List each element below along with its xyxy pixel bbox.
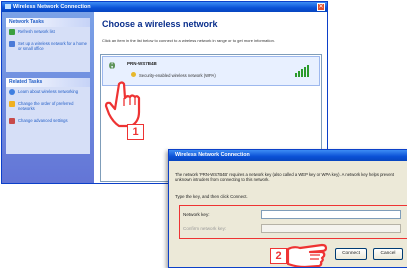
network-tasks-heading: Network Tasks [6,18,90,27]
task-label: Learn about wireless networking [18,89,79,94]
confirm-key-field[interactable] [261,224,401,233]
task-refresh-network-list[interactable]: Refresh network list [6,27,90,36]
network-security: Security-enabled wireless network (WPA) [139,73,216,78]
page-title: Choose a wireless network [102,19,218,29]
task-change-advanced-settings[interactable]: Change advanced settings [6,116,90,125]
window-titlebar: Wireless Network Connection [2,2,327,12]
settings-icon [9,118,15,124]
confirm-key-label: Confirm network key: [183,226,227,231]
task-learn-wireless[interactable]: Learn about wireless networking [6,87,90,96]
signal-strength-icon [295,65,309,77]
dialog-message: The network 'PRN-WS7B4B' requires a netw… [175,172,395,183]
window-title: Wireless Network Connection [13,4,91,10]
star-icon [9,101,15,107]
wireless-network-icon: ((•)) [109,63,115,69]
task-setup-wireless-network[interactable]: Set up a wireless network for a home or … [6,39,90,53]
cancel-button[interactable]: Cancel [373,248,403,260]
pointer-hand-icon [104,81,141,128]
network-key-field[interactable] [261,210,401,219]
wireless-app-icon [5,4,11,9]
task-label: Refresh network list [18,29,55,34]
close-button[interactable]: ✕ [317,3,325,11]
pointer-hand-icon [286,243,328,267]
task-sidebar: Network Tasks Refresh network list Set u… [2,12,94,183]
dialog-prompt: Type the key, and then click Connect. [175,194,248,199]
network-tasks-panel: Network Tasks Refresh network list Set u… [6,18,90,72]
info-icon [9,89,15,95]
key-icon [131,72,136,77]
page-description: Click an item in the list below to conne… [102,38,275,43]
related-tasks-heading: Related Tasks [6,78,90,87]
task-change-preferred-order[interactable]: Change the order of preferred networks [6,99,90,113]
dialog-title: Wireless Network Connection [175,152,250,158]
related-tasks-panel: Related Tasks Learn about wireless netwo… [6,78,90,154]
task-label: Change the order of preferred networks [18,101,74,111]
network-key-label: Network key: [183,212,210,217]
task-label: Set up a wireless network for a home or … [18,41,87,51]
setup-network-icon [9,41,15,47]
network-name: PRN-WS7B4B [127,61,157,66]
refresh-icon [9,29,15,35]
task-label: Change advanced settings [18,118,68,123]
connect-button[interactable]: Connect [335,248,367,260]
step-1-marker: 1 [127,124,144,140]
dialog-titlebar: Wireless Network Connection [169,150,407,161]
